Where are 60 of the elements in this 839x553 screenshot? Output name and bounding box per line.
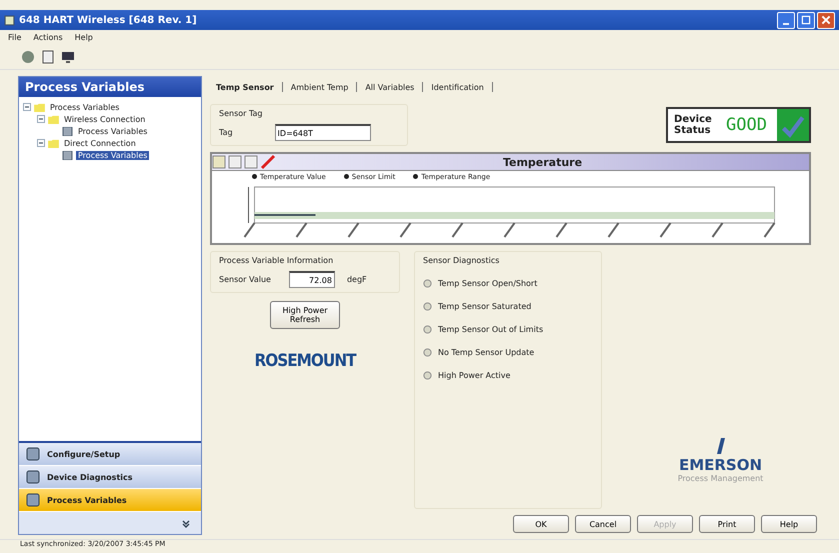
tag-field[interactable]: ID=648T <box>274 124 371 141</box>
tab[interactable]: All Variables <box>365 82 414 92</box>
maximize-button[interactable] <box>797 12 815 28</box>
panel-title: Process Variables <box>19 77 201 97</box>
monitor-icon[interactable] <box>60 49 76 65</box>
tree-item[interactable]: Direct Connection <box>62 138 138 148</box>
minimize-button[interactable] <box>777 12 795 28</box>
expander-icon[interactable] <box>37 139 45 147</box>
document-icon[interactable] <box>40 49 56 65</box>
minimize-icon <box>783 22 789 24</box>
menu-item[interactable]: Actions <box>33 33 63 42</box>
dialog-button[interactable]: Cancel <box>575 515 631 533</box>
tab[interactable]: Ambient Temp <box>290 82 348 92</box>
tab[interactable]: Temp Sensor <box>216 82 274 92</box>
nav-button[interactable]: Device Diagnostics <box>19 466 201 489</box>
menu-item[interactable]: File <box>8 33 22 42</box>
group-title: Sensor Tag <box>219 109 264 118</box>
group-title: Process Variable Information <box>219 256 334 265</box>
refresh-button[interactable]: High Power Refresh <box>270 301 340 329</box>
diagnostic-label: High Power Active <box>438 371 510 380</box>
sensor-value-field[interactable]: 72.08 <box>288 271 335 288</box>
chart-toolbar-icons[interactable] <box>212 154 276 170</box>
expander-icon[interactable] <box>23 103 31 111</box>
logo-text: ROSEMOUNT <box>254 351 356 371</box>
dialog-button[interactable]: OK <box>513 515 569 533</box>
expander-icon[interactable] <box>37 115 45 123</box>
menu-item[interactable]: Help <box>74 33 93 42</box>
diagnostic-label: Temp Sensor Open/Short <box>438 279 538 288</box>
unit-label: degF <box>346 275 367 284</box>
tree-item[interactable]: Process Variables <box>48 102 122 112</box>
folder-icon <box>48 114 59 124</box>
tree-item[interactable]: Process Variables <box>76 126 150 136</box>
status-label: Device Status <box>674 114 713 136</box>
diagnostic-label: Temp Sensor Out of Limits <box>438 325 544 334</box>
group-title: Sensor Diagnostics <box>423 256 500 265</box>
nav-button[interactable]: Configure/Setup <box>19 443 201 466</box>
tab[interactable]: Identification <box>431 82 484 92</box>
close-button[interactable] <box>817 12 835 28</box>
field-label: Sensor Value <box>219 275 271 284</box>
status-value: GOOD <box>726 115 767 135</box>
check-icon <box>777 109 809 141</box>
nav-button[interactable]: Process Variables <box>19 489 201 512</box>
dialog-button[interactable]: Print <box>699 515 755 533</box>
chart-title: Temperature <box>502 156 584 168</box>
window-title: 648 HART Wireless [648 Rev. 1] <box>19 14 198 26</box>
folder-icon <box>34 102 45 112</box>
globe-icon[interactable] <box>20 49 36 65</box>
close-icon <box>820 14 832 26</box>
logo-text: EMERSON <box>678 456 762 474</box>
tree-item[interactable]: Process Variables <box>76 150 150 160</box>
diagnostic-label: No Temp Sensor Update <box>438 348 534 357</box>
chevron-down-icon[interactable] <box>181 518 191 528</box>
app-icon <box>4 14 15 26</box>
folder-icon <box>48 138 59 148</box>
maximize-icon <box>800 14 812 26</box>
field-label: Tag <box>219 128 233 137</box>
dialog-button[interactable]: Help <box>761 515 817 533</box>
logo-subtitle: Process Management <box>678 474 764 483</box>
diagnostic-label: Temp Sensor Saturated <box>438 302 532 311</box>
tree-item[interactable]: Wireless Connection <box>62 114 148 124</box>
